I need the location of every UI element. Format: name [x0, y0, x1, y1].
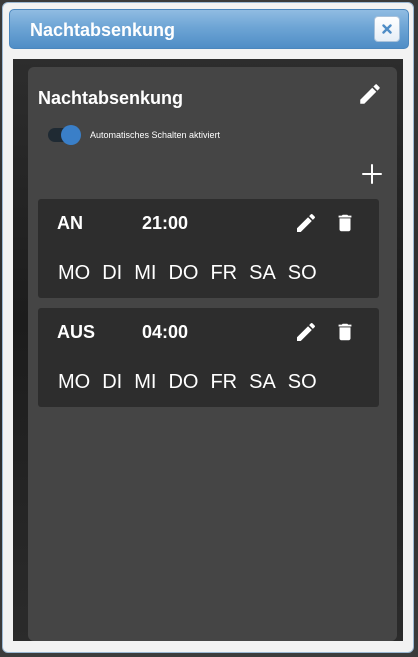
- day-di[interactable]: DI: [102, 262, 122, 285]
- schedule-label: AUS: [57, 322, 96, 342]
- add-schedule-button[interactable]: [361, 163, 383, 185]
- trash-icon: [338, 323, 352, 341]
- day-di[interactable]: DI: [102, 371, 122, 394]
- day-mi[interactable]: MI: [134, 262, 156, 285]
- day-do[interactable]: DO: [168, 262, 198, 285]
- schedule-edit-button[interactable]: [294, 320, 318, 344]
- day-so[interactable]: SO: [288, 262, 317, 285]
- close-icon: [382, 24, 392, 34]
- pencil-icon: [297, 213, 316, 232]
- schedule-edit-button[interactable]: [294, 211, 318, 235]
- schedule-item-off: AUS 04:00 MO DI MI DO FR SA SO: [38, 308, 379, 407]
- plus-icon: [362, 164, 382, 184]
- day-sa[interactable]: SA: [249, 262, 276, 285]
- pencil-icon: [360, 84, 380, 104]
- schedule-item-on: AN 21:00 MO DI MI DO FR SA SO: [38, 199, 379, 298]
- schedule-card: Nachtabsenkung Automatisches Schalten ak…: [28, 67, 397, 641]
- day-so[interactable]: SO: [288, 371, 317, 394]
- schedule-time: 21:00: [142, 213, 189, 233]
- auto-switch-toggle[interactable]: [48, 125, 81, 145]
- toggle-knob: [61, 125, 81, 145]
- day-sa[interactable]: SA: [249, 371, 276, 394]
- weekday-list: MO DI MI DO FR SA SO: [58, 262, 329, 285]
- dialog-titlebar[interactable]: Nachtabsenkung: [9, 9, 409, 49]
- schedule-label: AN: [57, 213, 83, 233]
- trash-icon: [338, 214, 352, 232]
- close-button[interactable]: [374, 16, 400, 42]
- schedule-delete-button[interactable]: [334, 211, 356, 235]
- auto-switch-label: Automatisches Schalten aktiviert: [90, 130, 221, 140]
- day-mo[interactable]: MO: [58, 262, 90, 285]
- day-do[interactable]: DO: [168, 371, 198, 394]
- card-title: Nachtabsenkung: [38, 88, 184, 108]
- day-fr[interactable]: FR: [210, 262, 237, 285]
- pencil-icon: [297, 322, 316, 341]
- dialog: Nachtabsenkung Nachtabsenkung Automatisc…: [2, 2, 414, 653]
- day-mi[interactable]: MI: [134, 371, 156, 394]
- card-edit-button[interactable]: [357, 81, 383, 107]
- day-fr[interactable]: FR: [210, 371, 237, 394]
- schedule-delete-button[interactable]: [334, 320, 356, 344]
- schedule-time: 04:00: [142, 322, 189, 342]
- day-mo[interactable]: MO: [58, 371, 90, 394]
- dialog-title: Nachtabsenkung: [30, 20, 176, 40]
- auto-switch-row: Automatisches Schalten aktiviert: [48, 125, 221, 145]
- weekday-list: MO DI MI DO FR SA SO: [58, 371, 329, 394]
- dialog-content: Nachtabsenkung Automatisches Schalten ak…: [13, 59, 403, 641]
